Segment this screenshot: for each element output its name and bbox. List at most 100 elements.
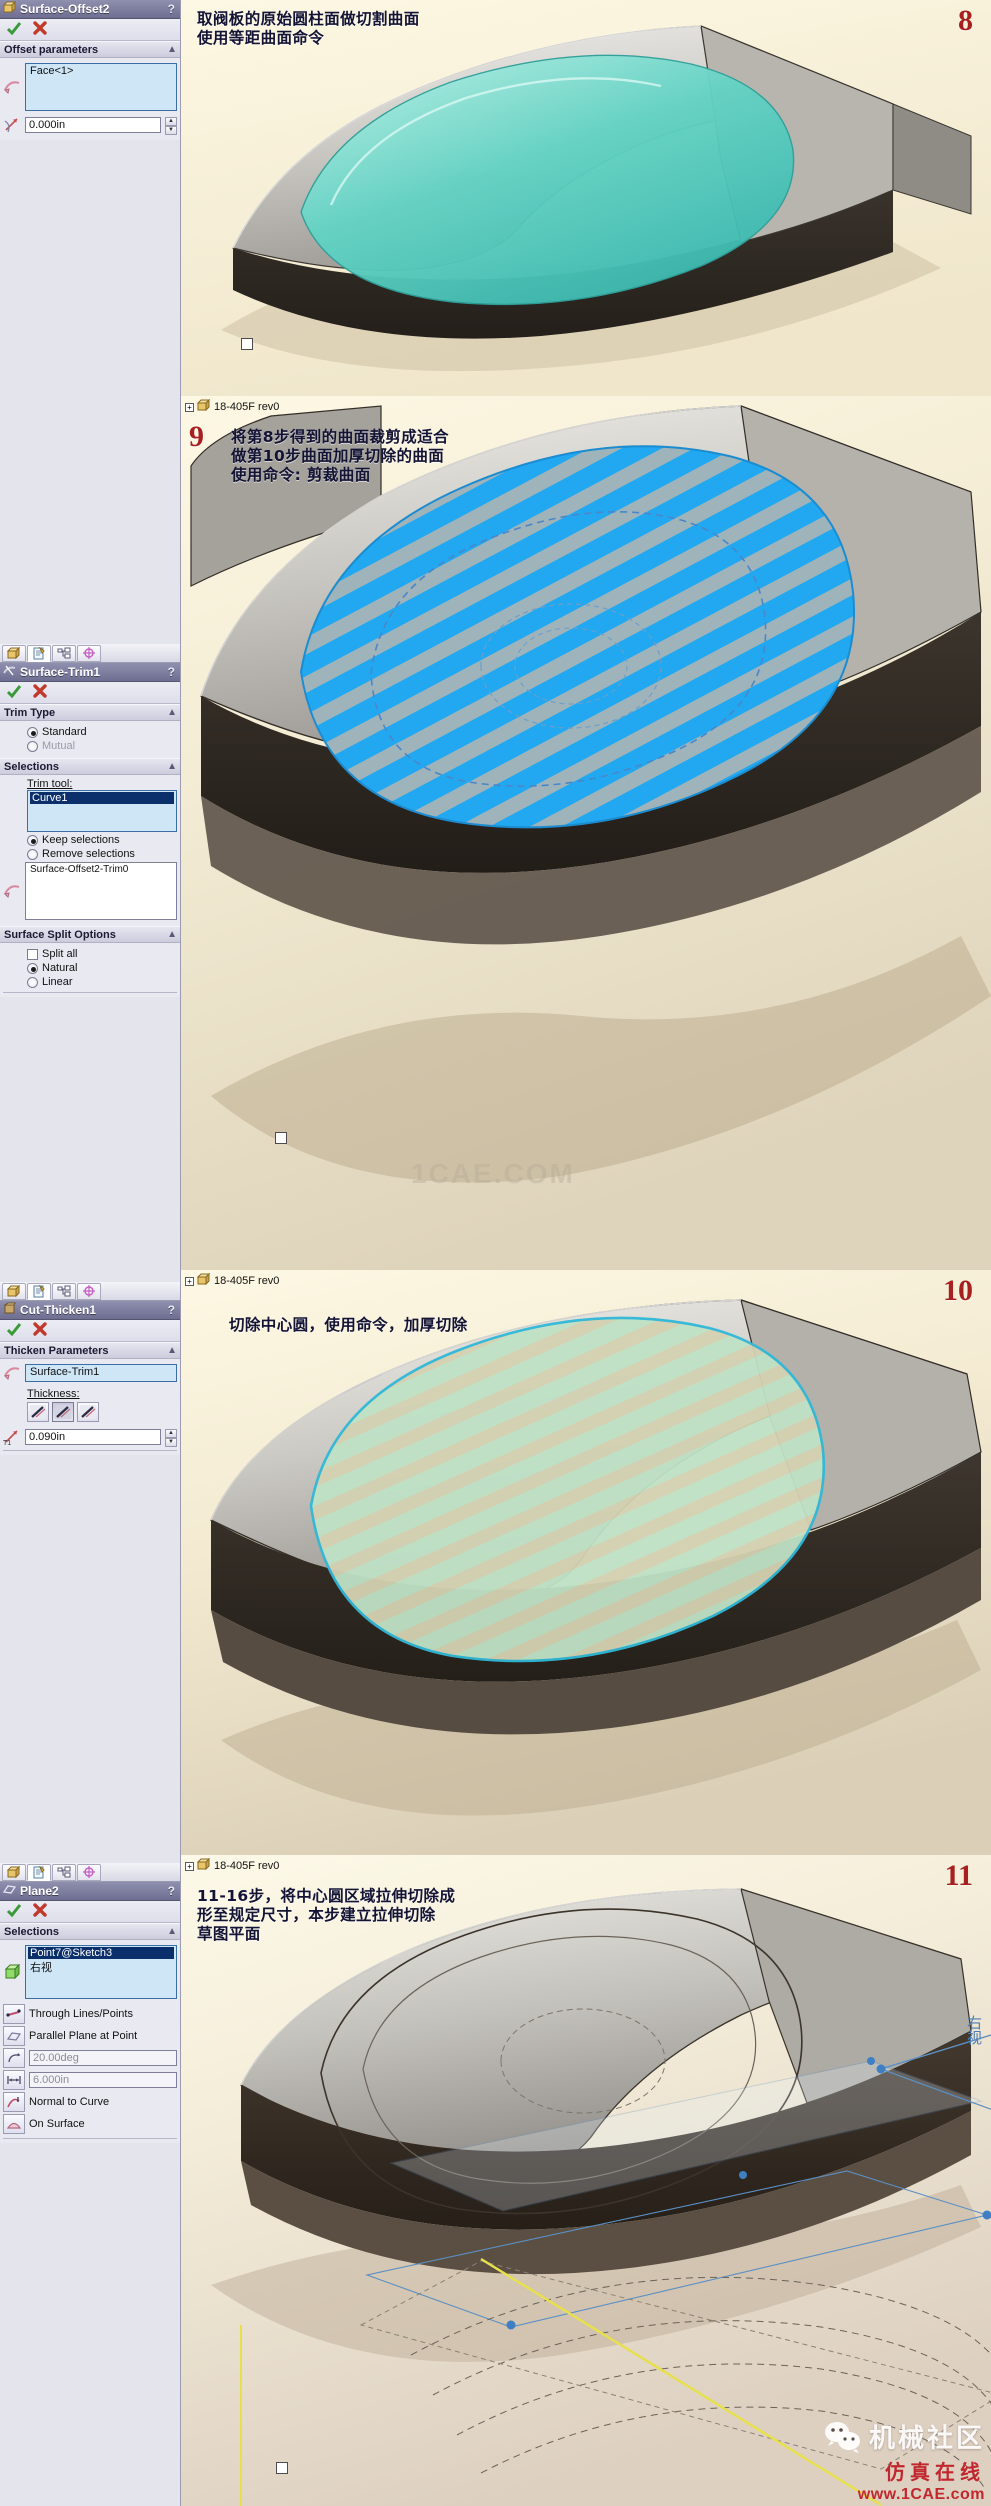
model-tree-node-10[interactable]: + 18-405F rev0 xyxy=(185,1272,279,1289)
chevron-up-icon[interactable]: ▲ xyxy=(167,44,177,55)
display-manager-tab[interactable] xyxy=(77,644,101,662)
thickness-stepper[interactable]: ▲ ▼ xyxy=(165,1429,177,1447)
cancel-x-icon[interactable] xyxy=(32,20,48,39)
split-natural-radio[interactable]: Natural xyxy=(27,962,177,974)
chevron-up-icon[interactable]: ▲ xyxy=(167,929,177,940)
normal-to-curve-icon[interactable] xyxy=(3,2092,25,2112)
trim-tool-selected-item[interactable]: Curve1 xyxy=(30,792,174,804)
viewport-8[interactable]: 8 取阀板的原始圆柱面做切割曲面 使用等距曲面命令 xyxy=(181,0,991,396)
offset-distance-stepper[interactable]: ▲ ▼ xyxy=(165,117,177,135)
chevron-up-icon[interactable]: ▲ xyxy=(167,1926,177,1937)
help-icon[interactable]: ? xyxy=(168,1303,177,1317)
radio-indicator xyxy=(27,726,38,738)
parallel-plane-point-icon[interactable] xyxy=(3,2026,25,2046)
split-linear-radio[interactable]: Linear xyxy=(27,976,177,988)
cancel-x-icon[interactable] xyxy=(32,683,48,702)
reference-item[interactable]: 右视 xyxy=(28,1959,174,1975)
parallel-plane-point-row[interactable]: Parallel Plane at Point xyxy=(3,2026,177,2046)
split-all-checkbox[interactable]: Split all xyxy=(27,948,177,960)
step-number-9: 9 xyxy=(189,420,204,453)
help-icon[interactable]: ? xyxy=(168,1884,177,1898)
radio-label: Linear xyxy=(42,976,73,988)
group-plane-selections[interactable]: Selections ▲ xyxy=(0,1923,180,1940)
configuration-manager-tab[interactable] xyxy=(52,1863,76,1881)
thicken-both-sides-button[interactable] xyxy=(77,1402,99,1422)
feature-manager-tab[interactable] xyxy=(2,644,26,662)
thicken-surface-item[interactable]: Surface-Trim1 xyxy=(28,1366,174,1378)
reference-entities-row: Point7@Sketch3 右视 xyxy=(3,1945,177,1999)
group-thicken-parameters[interactable]: Thicken Parameters ▲ xyxy=(0,1342,180,1359)
trim-type-standard-radio[interactable]: Standard xyxy=(27,726,177,738)
divider xyxy=(3,1450,177,1451)
accept-check-icon[interactable] xyxy=(6,1902,22,1921)
pieces-listbox[interactable]: Surface-Offset2-Trim0 xyxy=(25,862,177,920)
pieces-item[interactable]: Surface-Offset2-Trim0 xyxy=(28,864,174,875)
property-manager-tab[interactable] xyxy=(27,1282,51,1300)
expand-icon[interactable]: + xyxy=(185,1861,194,1871)
pm-tab-strip-9[interactable] xyxy=(0,644,180,663)
thicken-side-one-button[interactable] xyxy=(27,1402,49,1422)
model-tree-node-11[interactable]: + 18-405F rev0 xyxy=(185,1857,279,1874)
group-offset-parameters[interactable]: Offset parameters ▲ xyxy=(0,41,180,58)
normal-to-curve-row[interactable]: Normal to Curve xyxy=(3,2092,177,2112)
cancel-x-icon[interactable] xyxy=(32,1321,48,1340)
accept-check-icon[interactable] xyxy=(6,683,22,702)
thicken-surface-listbox[interactable]: Surface-Trim1 xyxy=(25,1364,177,1382)
thickness-input[interactable]: 0.090in xyxy=(25,1429,161,1445)
on-surface-icon[interactable] xyxy=(3,2114,25,2134)
group-surface-split-options[interactable]: Surface Split Options ▲ xyxy=(0,926,180,943)
part-icon xyxy=(196,1272,211,1289)
radio-indicator xyxy=(27,834,38,846)
thicken-side-two-button[interactable] xyxy=(52,1402,74,1422)
offset-distance-icon[interactable] xyxy=(3,2070,25,2090)
group-selections[interactable]: Selections ▲ xyxy=(0,758,180,775)
offset-distance-input[interactable]: 0.000in xyxy=(25,117,161,133)
configuration-manager-tab[interactable] xyxy=(52,644,76,662)
expand-icon[interactable]: + xyxy=(185,1276,194,1286)
feature-manager-tab[interactable] xyxy=(2,1282,26,1300)
trim-tool-listbox[interactable]: Curve1 xyxy=(27,790,177,832)
through-lines-points-row[interactable]: Through Lines/Points xyxy=(3,2004,177,2024)
chevron-up-icon[interactable]: ▲ xyxy=(167,761,177,772)
viewport-10[interactable]: + 18-405F rev0 10 切除中心圆，使用命令，加厚切除 xyxy=(181,1270,991,1855)
help-icon[interactable]: ? xyxy=(168,665,177,679)
selection-item[interactable]: Face<1> xyxy=(28,65,174,77)
on-surface-row[interactable]: On Surface xyxy=(3,2114,177,2134)
pm-tab-strip-11[interactable] xyxy=(0,1863,180,1882)
reference-entities-listbox[interactable]: Point7@Sketch3 右视 xyxy=(25,1945,177,1999)
model-tree-node-9[interactable]: + 18-405F rev0 xyxy=(185,398,279,415)
chevron-up-icon[interactable]: ▲ xyxy=(167,707,177,718)
pm-tab-strip-10[interactable] xyxy=(0,1282,180,1301)
watermark-brand-line: 机械社区 xyxy=(823,2418,985,2455)
expand-icon[interactable]: + xyxy=(185,402,194,412)
trim-type-mutual-radio[interactable]: Mutual xyxy=(27,740,177,752)
face-selection-listbox[interactable]: Face<1> xyxy=(25,63,177,111)
keep-selections-radio[interactable]: Keep selections xyxy=(27,834,177,846)
property-manager-tab[interactable] xyxy=(27,1863,51,1881)
cancel-x-icon[interactable] xyxy=(32,1902,48,1921)
thickness-label: Thickness: xyxy=(27,1388,80,1400)
display-manager-tab[interactable] xyxy=(77,1282,101,1300)
remove-selections-radio[interactable]: Remove selections xyxy=(27,848,177,860)
through-lines-points-icon[interactable] xyxy=(3,2004,25,2024)
offset-distance-input-11[interactable]: 6.000in xyxy=(29,2072,177,2088)
viewport-9[interactable]: 1CAE.COM + 18-405F rev0 9 将第8步得到的曲面裁剪成适合… xyxy=(181,396,991,1270)
property-manager-tab[interactable] xyxy=(27,644,51,662)
group-trim-type[interactable]: Trim Type ▲ xyxy=(0,704,180,721)
accept-check-icon[interactable] xyxy=(6,20,22,39)
model-tree-label[interactable]: 18-405F rev0 xyxy=(214,1860,279,1872)
radio-indicator xyxy=(27,962,38,974)
configuration-manager-tab[interactable] xyxy=(52,1282,76,1300)
accept-check-icon[interactable] xyxy=(6,1321,22,1340)
angle-icon[interactable] xyxy=(3,2048,25,2068)
model-tree-label[interactable]: 18-405F rev0 xyxy=(214,1275,279,1287)
divider xyxy=(3,992,177,993)
feature-manager-tab[interactable] xyxy=(2,1863,26,1881)
chevron-up-icon[interactable]: ▲ xyxy=(167,1345,177,1356)
reference-item-selected[interactable]: Point7@Sketch3 xyxy=(28,1947,174,1959)
angle-input[interactable]: 20.00deg xyxy=(29,2050,177,2066)
display-manager-tab[interactable] xyxy=(77,1863,101,1881)
model-tree-label[interactable]: 18-405F rev0 xyxy=(214,401,279,413)
viewport-11[interactable]: + 18-405F rev0 11 11-16步，将中心圆区域拉伸切除成 形至规… xyxy=(181,1855,991,2506)
help-icon[interactable]: ? xyxy=(168,2,177,16)
